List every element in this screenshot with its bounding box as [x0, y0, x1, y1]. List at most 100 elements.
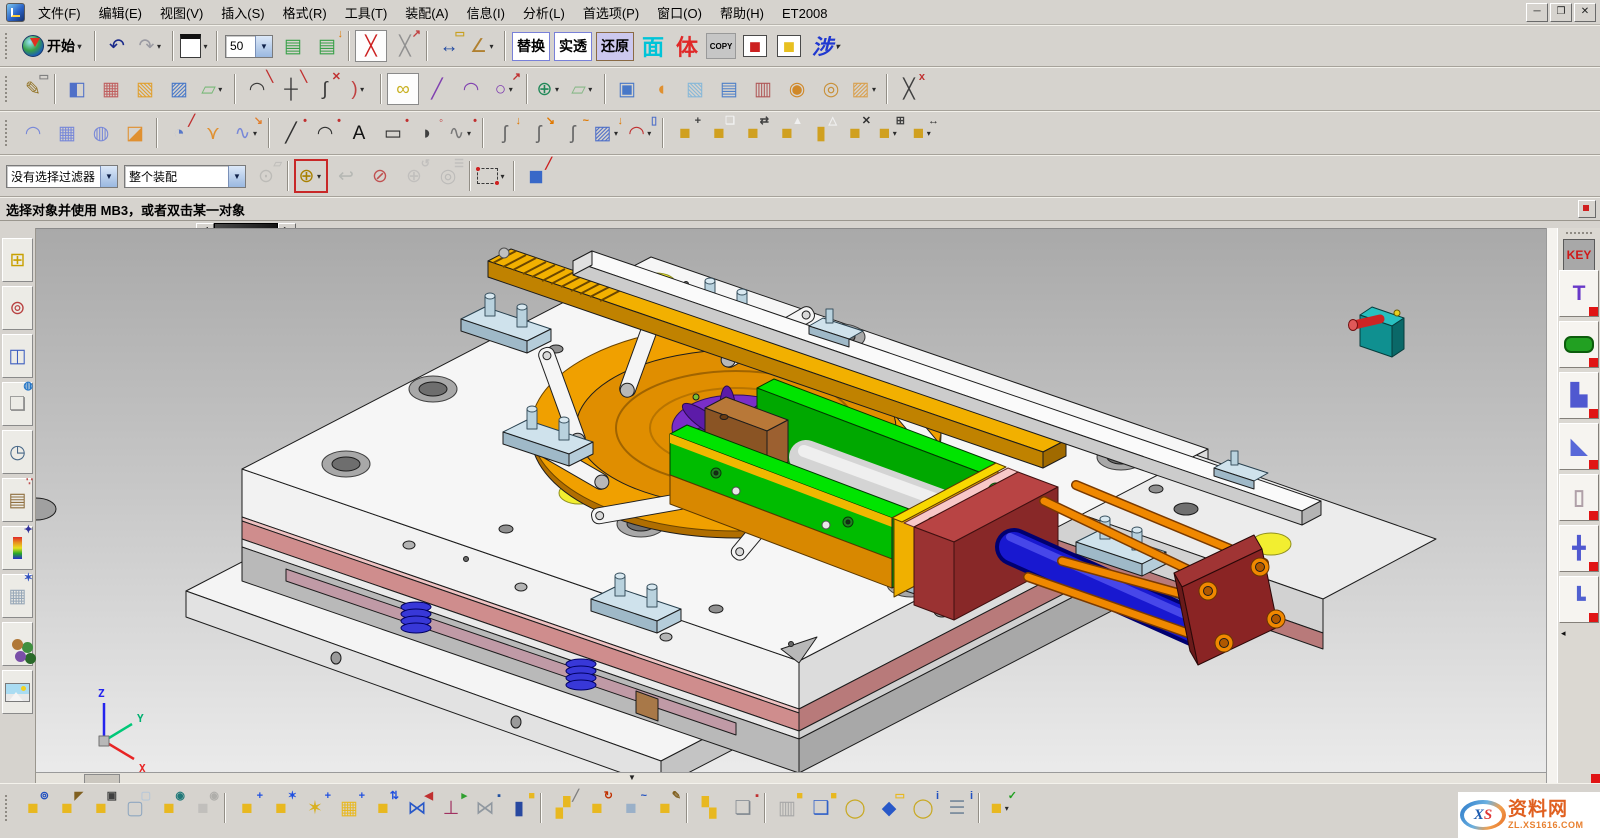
move-to-layer-icon[interactable]: ▤↓ [311, 30, 343, 62]
dropdown-arrow[interactable]: ▾ [924, 129, 933, 138]
toolbar-grip[interactable] [5, 76, 12, 102]
yellow-cube-icon[interactable]: ◼ [773, 30, 805, 62]
datum-plane-icon[interactable]: ▱▾ [197, 73, 229, 105]
n-sided-surface-icon[interactable]: ◍ [85, 117, 117, 149]
minimize-button[interactable]: ─ [1526, 3, 1548, 22]
wave-interface-icon[interactable]: ❑■ [805, 792, 837, 824]
offset-region-icon[interactable]: ■⇄ [737, 117, 769, 149]
sheet-to-solid-icon[interactable]: ▨ [163, 73, 195, 105]
wcs-orient-icon[interactable]: ╳↗ [389, 30, 421, 62]
cavity-icon[interactable]: ▤ [713, 73, 745, 105]
clip-section-icon[interactable]: ◼╱ [520, 160, 552, 192]
red-cube-icon[interactable]: ◼ [739, 30, 771, 62]
new-component-icon[interactable]: ■✶ [265, 792, 297, 824]
show-component-icon[interactable]: ■▣ [85, 792, 117, 824]
save-context-icon[interactable]: ▮■ [503, 792, 535, 824]
suppress-component-icon[interactable]: ■~ [615, 792, 647, 824]
menu-tools[interactable]: 工具(T) [336, 4, 397, 23]
undo-icon[interactable]: ↶ [101, 30, 133, 62]
intersection-curve-icon[interactable]: ◠▯▾ [625, 117, 657, 149]
assembly-arrangement-icon[interactable]: ■✓▾ [985, 792, 1017, 824]
selection-filter-combobox[interactable]: 没有选择过滤器▼ [6, 165, 118, 188]
line-icon[interactable]: ╱ [421, 73, 453, 105]
trim-body-icon[interactable]: ▥ [747, 73, 779, 105]
assembly-constraints-icon[interactable]: ⋈◀ [401, 792, 433, 824]
translucent-button[interactable]: 实透 [554, 32, 592, 61]
dropdown-arrow[interactable]: ▾ [506, 85, 515, 94]
curve-blend-icon[interactable]: ∫✕ [309, 73, 341, 105]
recall-point-icon[interactable]: ⊕↺ [398, 160, 430, 192]
through-curves-icon[interactable]: ◠ [17, 117, 49, 149]
thicken-icon[interactable]: ▧ [129, 73, 161, 105]
menu-view[interactable]: 视图(V) [151, 4, 212, 23]
close-button[interactable]: ✕ [1574, 3, 1596, 22]
reuse-part-sleeve-icon[interactable]: ▯ [1559, 474, 1599, 521]
dropdown-arrow[interactable]: ▾ [154, 42, 163, 51]
viewport-scroll-thumb[interactable] [84, 774, 120, 783]
replace-button[interactable]: 替换 [512, 32, 550, 61]
dropdown-arrow[interactable]: ▾ [645, 129, 654, 138]
status-corner-button[interactable] [1578, 200, 1596, 218]
layer-settings-icon[interactable]: ▤ [277, 30, 309, 62]
start-button[interactable]: 开始▾ [18, 33, 88, 60]
remember-constraints-icon[interactable]: ⋈▪ [469, 792, 501, 824]
wave-geometry-linker-icon[interactable]: ▥■ [771, 792, 803, 824]
move-face-icon[interactable]: ■+ [669, 117, 701, 149]
gallery-icon[interactable] [2, 670, 33, 714]
dropdown-arrow[interactable]: ▾ [833, 42, 842, 51]
hole-icon[interactable]: ◉ [781, 73, 813, 105]
replace-component-icon[interactable]: ■↻ [581, 792, 613, 824]
delete-face-icon[interactable]: ■✕ [839, 117, 871, 149]
dropdown-arrow[interactable]: ▾ [487, 42, 496, 51]
internet-page-icon[interactable]: ❏◍ [2, 382, 33, 426]
menu-format[interactable]: 格式(R) [274, 4, 336, 23]
section-curve-icon[interactable]: ▨↓▾ [591, 117, 623, 149]
block-icon[interactable]: ▧ [679, 73, 711, 105]
roles-icon[interactable] [2, 622, 33, 666]
text-icon[interactable]: A [343, 117, 375, 149]
replace-face-icon[interactable]: ■▲ [771, 117, 803, 149]
project-curve-icon[interactable]: ʃ↓ [489, 117, 521, 149]
dropdown-arrow[interactable]: ▾ [869, 85, 878, 94]
sequence-icon[interactable]: ❏▪ [727, 792, 759, 824]
body-button[interactable]: 体 [672, 33, 702, 60]
measure-angle-icon[interactable]: ∠▾ [467, 30, 499, 62]
viewport-horizontal-scrollbar[interactable]: ▼ [36, 772, 1546, 783]
menu-et2008[interactable]: ET2008 [773, 4, 837, 23]
toolbar-grip[interactable] [5, 795, 12, 821]
find-in-navigator-icon[interactable]: ◎☰ [432, 160, 464, 192]
swept-surface-icon[interactable]: ▦ [51, 117, 83, 149]
open-component-icon[interactable]: ■◤ [51, 792, 83, 824]
dropdown-arrow[interactable]: ▾ [1002, 804, 1011, 813]
mirror-assembly-icon[interactable]: ▞╱ [547, 792, 579, 824]
dropdown-arrow[interactable]: ▾ [611, 129, 620, 138]
selection-filter-combobox-arrow[interactable]: ▼ [100, 166, 117, 187]
interpart-link-icon[interactable]: ◯ [839, 792, 871, 824]
boss-icon[interactable]: ◎ [815, 73, 847, 105]
part-navigator-icon[interactable]: ◫ [2, 334, 33, 378]
circle-icon[interactable]: ○↗▾ [489, 73, 521, 105]
plane-icon[interactable]: ▱▾ [567, 73, 599, 105]
redo-icon[interactable]: ↷▾ [135, 30, 167, 62]
restore-button[interactable]: 还原 [596, 32, 634, 61]
layer-combobox-arrow[interactable]: ▼ [255, 36, 272, 57]
selection-scope-combobox[interactable]: 整个装配▼ [124, 165, 246, 188]
dropdown-arrow[interactable]: ▾ [358, 85, 367, 94]
studio-spline-icon[interactable]: ∿•▾ [445, 117, 477, 149]
profile-arc-icon[interactable]: ◠• [309, 117, 341, 149]
show-constraints-icon[interactable]: ⊥▸ [435, 792, 467, 824]
menu-preferences[interactable]: 首选项(P) [574, 4, 648, 23]
pull-face-icon[interactable]: ■❏ [703, 117, 735, 149]
edit-suppression-icon[interactable]: ■✎ [649, 792, 681, 824]
menu-insert[interactable]: 插入(S) [212, 4, 273, 23]
relations-browser-icon[interactable]: ☰i [941, 792, 973, 824]
menu-information[interactable]: 信息(I) [458, 4, 514, 23]
exploded-views-icon[interactable]: ▚ [693, 792, 725, 824]
dropdown-arrow[interactable]: ▾ [75, 42, 84, 51]
dropdown-arrow[interactable]: ▾ [586, 85, 595, 94]
menu-edit[interactable]: 编辑(E) [90, 4, 151, 23]
extrude-icon[interactable]: ▣ [611, 73, 643, 105]
profile-line-icon[interactable]: ╱• [275, 117, 307, 149]
dropdown-arrow[interactable]: ▾ [498, 172, 507, 181]
interference-button[interactable]: 涉▾ [808, 33, 846, 60]
